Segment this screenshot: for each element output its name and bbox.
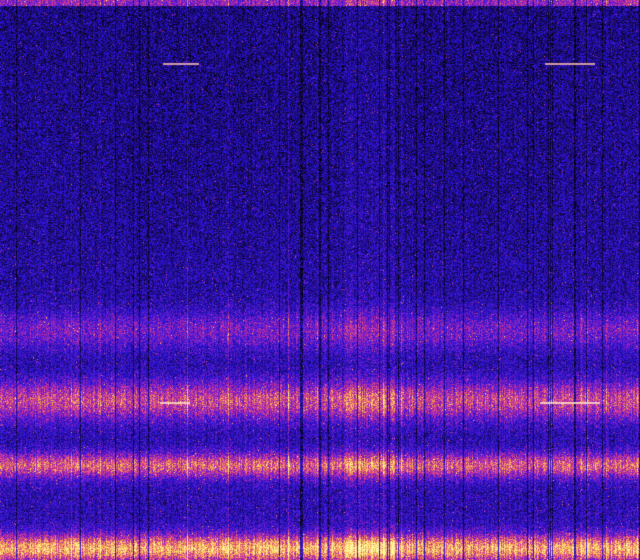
spectrogram-image [0,0,640,560]
spectrogram-view [0,0,640,560]
